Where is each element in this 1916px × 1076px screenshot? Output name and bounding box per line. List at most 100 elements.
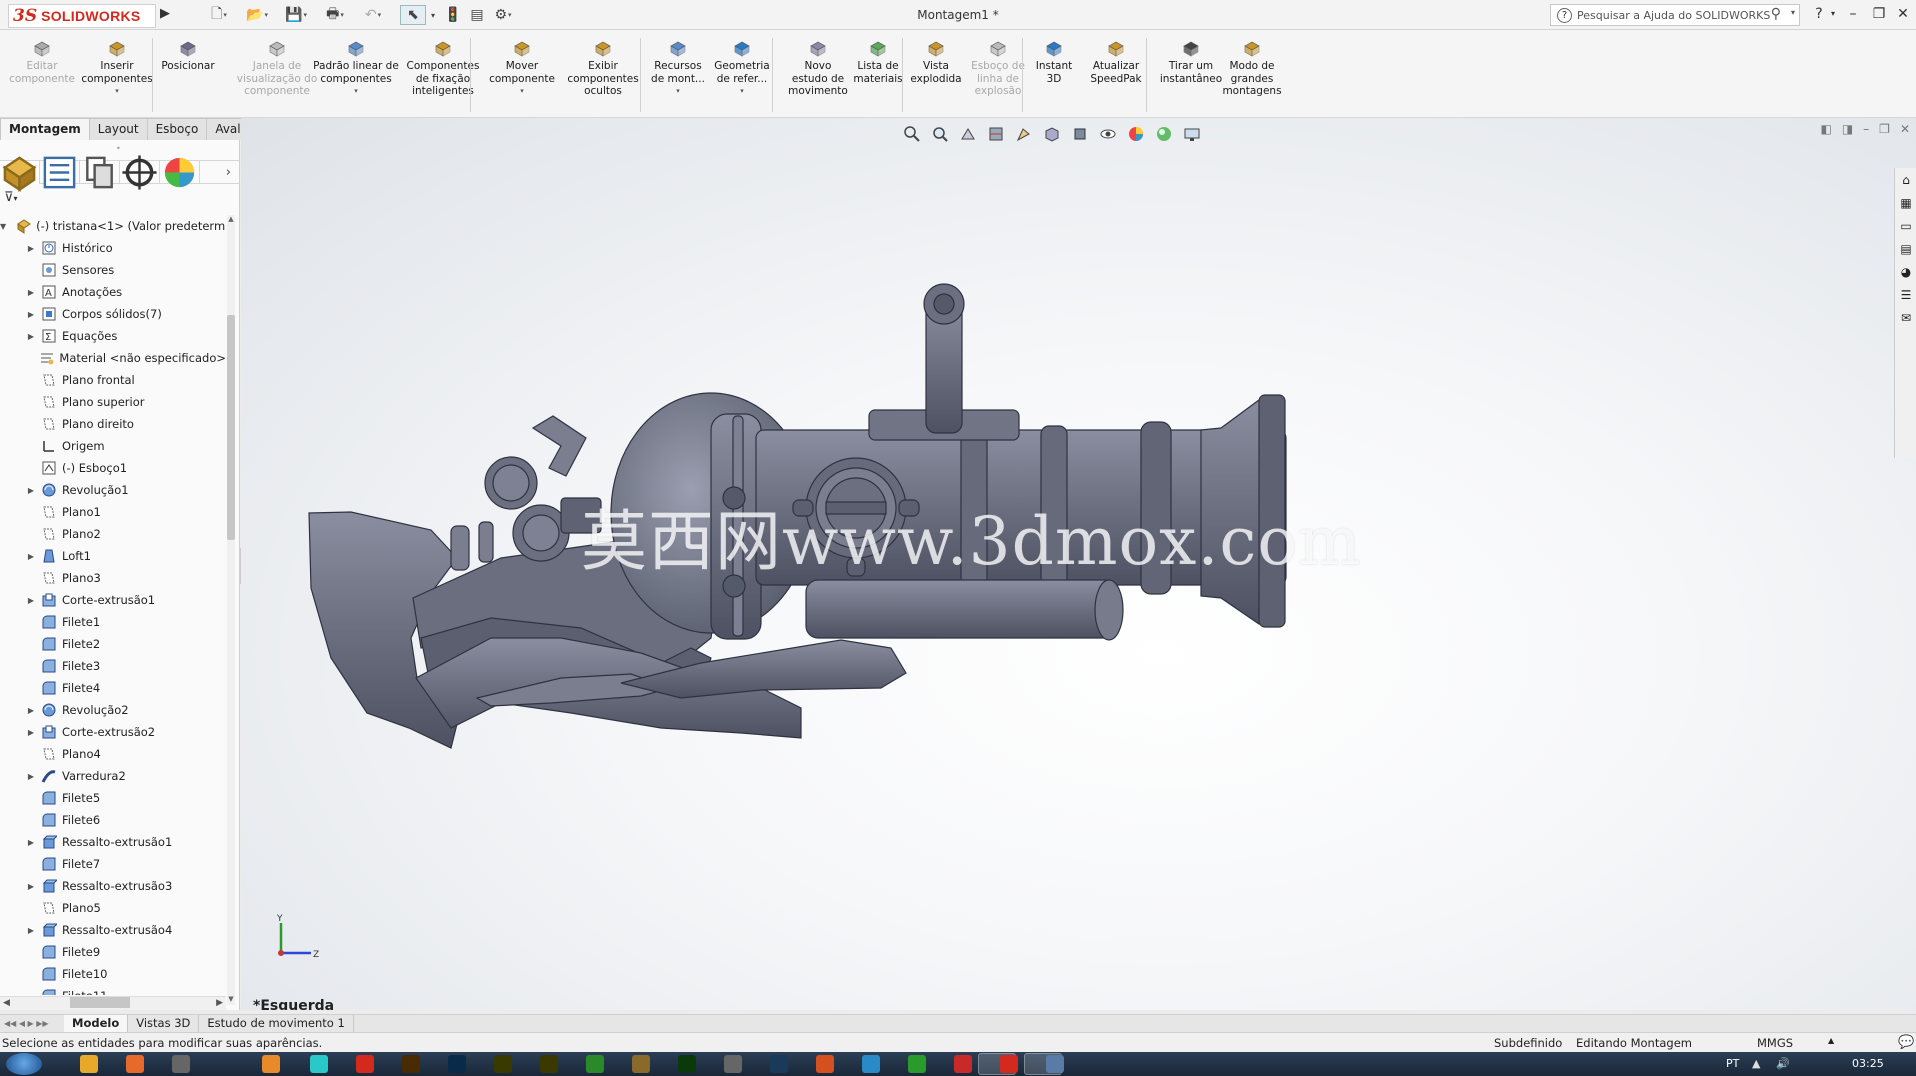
view-orientation-icon[interactable] xyxy=(1041,123,1063,145)
tree-item[interactable]: Filete2 xyxy=(0,633,226,655)
cmd-dropdown-arrow-icon[interactable]: ▾ xyxy=(354,85,358,98)
tree-item[interactable]: Plano4 xyxy=(0,743,226,765)
expand-arrow-icon[interactable]: ▶ xyxy=(26,288,36,297)
solidworks-logo[interactable]: 3S SOLIDWORKS xyxy=(8,4,156,28)
app3-icon[interactable] xyxy=(954,1055,972,1073)
tree-item[interactable]: Origem xyxy=(0,435,226,457)
language-indicator[interactable]: PT xyxy=(1726,1057,1739,1070)
illustrator-icon[interactable] xyxy=(402,1055,420,1073)
dimxpert-tab-icon[interactable] xyxy=(120,155,160,190)
cmd-move-component-button[interactable]: Mover componente ▾ xyxy=(486,38,558,98)
cmd-instant3d-button[interactable]: Instant 3D xyxy=(1030,38,1078,85)
tree-scrollbar[interactable]: ▲ ▼ xyxy=(227,215,235,1005)
cmd-assembly-features-button[interactable]: Recursos de mont... ▾ xyxy=(648,38,708,98)
edit-appearance-icon[interactable] xyxy=(1125,123,1147,145)
tree-filter[interactable]: ⊽▾ xyxy=(4,190,234,208)
tab-1[interactable]: Layout xyxy=(88,118,148,140)
tree-item[interactable]: Material <não especificado> xyxy=(0,347,226,369)
view-palette-icon[interactable]: ▤ xyxy=(1896,238,1916,260)
cmd-exploded-view-button[interactable]: Vista explodida xyxy=(906,38,966,85)
cmd-reference-geometry-button[interactable]: Geometria de refer... ▾ xyxy=(710,38,774,98)
menu-expand-arrow-icon[interactable]: ▶ xyxy=(160,6,170,21)
open-button[interactable]: 📂 ▾ xyxy=(244,5,270,25)
close-button[interactable]: ✕ xyxy=(1892,6,1914,24)
expand-arrow-icon[interactable]: ▶ xyxy=(26,244,36,253)
chrome-icon[interactable] xyxy=(80,1055,98,1073)
tab-0[interactable]: Montagem xyxy=(0,118,90,140)
tree-item[interactable]: Filete1 xyxy=(0,611,226,633)
tree-item[interactable]: Plano direito xyxy=(0,413,226,435)
featuremanager-tab-icon[interactable] xyxy=(0,156,40,192)
tree-item[interactable]: ▶ Ressalto-extrusão3 xyxy=(0,875,226,897)
tree-item[interactable]: Plano2 xyxy=(0,523,226,545)
fireworks-icon[interactable] xyxy=(540,1055,558,1073)
file-properties-button[interactable]: ▤ xyxy=(464,5,490,25)
tree-item[interactable]: Plano3 xyxy=(0,567,226,589)
tree-item[interactable]: Filete11 xyxy=(0,985,226,995)
photoshop-icon[interactable] xyxy=(448,1055,466,1073)
vp-restore-icon[interactable]: ❐ xyxy=(1879,122,1890,136)
expand-arrow-icon[interactable]: ▶ xyxy=(26,706,36,715)
tree-item[interactable]: ▶ Ressalto-extrusão4 xyxy=(0,919,226,941)
expand-arrow-icon[interactable]: ▶ xyxy=(26,310,36,319)
tree-item[interactable]: Filete4 xyxy=(0,677,226,699)
start-button[interactable] xyxy=(6,1053,42,1075)
expand-arrow-icon[interactable]: ▶ xyxy=(26,882,36,891)
tree-item[interactable]: Sensores xyxy=(0,259,226,281)
configurationmanager-tab-icon[interactable] xyxy=(80,156,120,189)
muse-icon[interactable] xyxy=(494,1055,512,1073)
options-button[interactable]: ⚙ ▾ xyxy=(490,5,516,25)
expand-arrow-icon[interactable]: ▶ xyxy=(26,552,36,561)
expand-arrow-icon[interactable]: ▶ xyxy=(26,486,36,495)
display-manager-tab-icon[interactable] xyxy=(160,157,200,188)
custom-properties-icon[interactable]: ☰ xyxy=(1896,284,1916,306)
app-icon[interactable] xyxy=(310,1055,328,1073)
cmd-dropdown-arrow-icon[interactable]: ▾ xyxy=(115,85,119,98)
cmd-dropdown-arrow-icon[interactable]: ▾ xyxy=(676,85,680,98)
zoom-to-area-icon[interactable] xyxy=(929,123,951,145)
vp-close-icon[interactable]: ✕ xyxy=(1900,122,1910,136)
scroll-left-icon[interactable]: ◀ xyxy=(3,998,10,1008)
tree-hscrollbar[interactable]: ◀ ▶ xyxy=(0,996,226,1010)
section-view-icon[interactable] xyxy=(985,123,1007,145)
cmd-motion-study-button[interactable]: Novo estudo de movimento xyxy=(784,38,852,98)
previous-view-icon[interactable] xyxy=(957,123,979,145)
design-library-icon[interactable]: ▦ xyxy=(1896,192,1916,214)
tree-item[interactable]: Filete9 xyxy=(0,941,226,963)
steam-icon[interactable] xyxy=(770,1055,788,1073)
cmd-show-hidden-button[interactable]: Exibir componentes ocultos xyxy=(562,38,644,98)
tree-item[interactable]: ▶ Revolução1 xyxy=(0,479,226,501)
tree-item[interactable]: Filete6 xyxy=(0,809,226,831)
solidworks-taskbar-icon[interactable] xyxy=(1000,1055,1018,1073)
expand-arrow-icon[interactable]: ▶ xyxy=(26,596,36,605)
chart-app-icon[interactable] xyxy=(586,1055,604,1073)
select-button[interactable]: ⬉ xyxy=(400,5,426,25)
bottom-tab-0[interactable]: Modelo xyxy=(64,1015,129,1032)
bottom-tab-2[interactable]: Estudo de movimento 1 xyxy=(199,1015,354,1032)
cmd-dropdown-arrow-icon[interactable]: ▾ xyxy=(740,85,744,98)
cmd-smart-fasteners-button[interactable]: Componentes de fixação inteligentes xyxy=(402,38,484,98)
help-dropdown-icon[interactable]: ▾ xyxy=(1822,9,1844,27)
tree-item[interactable]: ▶ Histórico xyxy=(0,237,226,259)
tree-item[interactable]: Filete3 xyxy=(0,655,226,677)
chevron-right-icon[interactable]: › xyxy=(226,165,231,180)
file-explorer-icon[interactable]: ▭ xyxy=(1896,215,1916,237)
app2-icon[interactable] xyxy=(862,1055,880,1073)
new-document-button[interactable]: 🗋 ▾ xyxy=(206,5,232,25)
panel-grip[interactable]: • xyxy=(116,144,121,153)
cmd-linear-pattern-button[interactable]: Padrão linear de componentes ▾ xyxy=(310,38,402,98)
tile-right-icon[interactable]: ◨ xyxy=(1842,122,1853,136)
tree-item[interactable]: ▶ Loft1 xyxy=(0,545,226,567)
scroll-up-icon[interactable]: ▲ xyxy=(227,215,235,223)
expand-arrow-icon[interactable]: ▶ xyxy=(26,728,36,737)
minimize-button[interactable]: – xyxy=(1842,6,1864,24)
tree-item[interactable]: ▶ Corpos sólidos(7) xyxy=(0,303,226,325)
window-app-icon[interactable] xyxy=(1046,1055,1064,1073)
tab-nav-arrows-icon[interactable]: ◀◀ ◀ ▶ ▶▶ xyxy=(0,1019,64,1028)
media-icon[interactable] xyxy=(816,1055,834,1073)
dreamweaver-icon[interactable] xyxy=(678,1055,696,1073)
bottom-tab-1[interactable]: Vistas 3D xyxy=(128,1015,200,1032)
expand-arrow-icon[interactable]: ▶ xyxy=(26,332,36,341)
save-button[interactable]: 💾 ▾ xyxy=(283,5,309,25)
hide-show-items-icon[interactable] xyxy=(1097,123,1119,145)
